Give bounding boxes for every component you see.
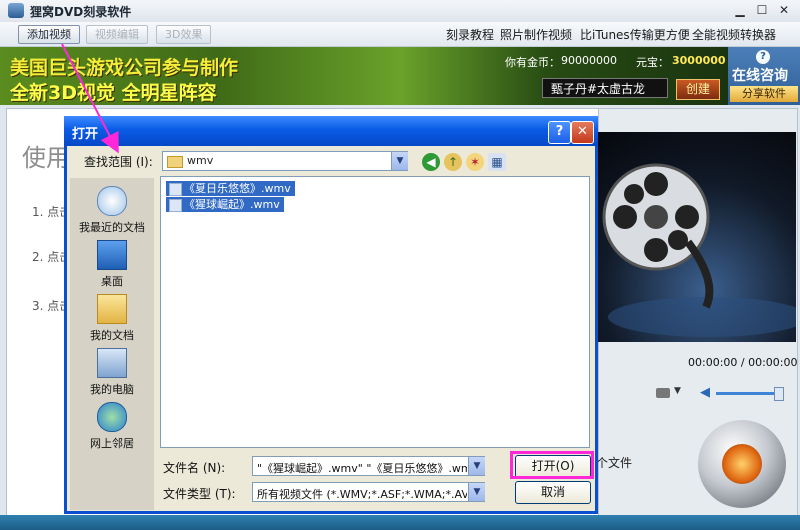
- file-name: 《夏日乐悠悠》.wmv: [184, 182, 291, 195]
- dialog-help-button[interactable]: ?: [548, 121, 571, 144]
- place-documents[interactable]: 我的文档: [70, 294, 154, 343]
- filename-label: 文件名 (N):: [163, 461, 226, 475]
- usage-heading: 使用: [22, 144, 70, 172]
- place-recent-label: 我最近的文档: [79, 221, 145, 234]
- file-list[interactable]: [160, 176, 590, 448]
- computer-icon: [97, 348, 127, 378]
- filetype-dropdown[interactable]: 所有视频文件 (*.WMV;*.ASF;*.WMA;*.AVI; ▼: [252, 482, 485, 502]
- file-item[interactable]: 《夏日乐悠悠》.wmv: [166, 181, 295, 196]
- file-name: 《猩球崛起》.wmv: [184, 198, 280, 211]
- dialog-title-bar: 打开: [64, 116, 598, 146]
- film-reel-icon: [602, 163, 800, 337]
- place-desktop[interactable]: 桌面: [70, 240, 154, 289]
- folder-icon: [97, 294, 127, 324]
- control-bar: ▼ ◀: [598, 382, 796, 406]
- desktop-icon: [97, 240, 127, 270]
- filename-value: "《猩球崛起》.wmv" "《夏日乐悠悠》.wmv": [257, 462, 467, 475]
- place-recent[interactable]: 我最近的文档: [70, 186, 154, 235]
- link-itunes[interactable]: 比iTunes传输更方便: [580, 26, 690, 43]
- create-button[interactable]: 创建: [676, 79, 720, 100]
- clock-icon: [97, 186, 127, 216]
- cancel-button[interactable]: 取消: [515, 481, 591, 504]
- volume-slider[interactable]: [716, 392, 782, 395]
- filename-field[interactable]: "《猩球崛起》.wmv" "《夏日乐悠悠》.wmv" ▼: [252, 456, 485, 476]
- network-icon: [97, 402, 127, 432]
- app-icon: [8, 3, 24, 18]
- money-value: 90000000: [561, 54, 617, 67]
- filetype-value: 所有视频文件 (*.WMV;*.ASF;*.WMA;*.AVI;: [257, 488, 467, 501]
- close-button[interactable]: ✕: [776, 3, 792, 19]
- yb-label: 元宝：: [636, 56, 669, 69]
- back-icon[interactable]: ◀: [422, 153, 440, 171]
- volume-icon[interactable]: ◀: [700, 385, 710, 400]
- open-button-highlight: [510, 451, 594, 479]
- minimize-button[interactable]: ▁: [732, 3, 748, 19]
- new-folder-icon[interactable]: ✶: [466, 153, 484, 171]
- place-network-label: 网上邻居: [90, 437, 134, 450]
- banner-line1: 美国巨头游戏公司参与制作: [10, 57, 239, 79]
- flame-icon: [722, 444, 762, 484]
- dialog-close-button[interactable]: ✕: [571, 121, 594, 144]
- place-desktop-label: 桌面: [101, 275, 123, 288]
- edit-video-button[interactable]: 视频编辑: [86, 25, 148, 44]
- volume-handle[interactable]: [774, 387, 784, 401]
- money-label: 你有金币：: [505, 56, 560, 69]
- consult-panel[interactable]: ? 在线咨询 分享软件: [728, 47, 800, 105]
- link-photo-video[interactable]: 照片制作视频: [500, 26, 572, 43]
- place-network[interactable]: 网上邻居: [70, 402, 154, 451]
- chevron-down-icon[interactable]: ▼: [468, 483, 485, 501]
- lookin-value: wmv: [187, 154, 214, 167]
- video-file-icon: [169, 183, 182, 196]
- place-computer[interactable]: 我的电脑: [70, 348, 154, 397]
- server-name: 甄子丹#太虚古龙: [542, 78, 668, 98]
- dialog-title: 打开: [72, 127, 99, 142]
- chevron-down-icon[interactable]: ▼: [674, 386, 681, 396]
- chevron-down-icon[interactable]: ▼: [468, 457, 485, 475]
- camera-icon[interactable]: [656, 388, 670, 398]
- effect-3d-button[interactable]: 3D效果: [156, 25, 212, 44]
- consult-label[interactable]: 在线咨询: [732, 65, 788, 85]
- time-display: 00:00:00 / 00:00:00: [688, 356, 798, 369]
- banner-ad[interactable]: 美国巨头游戏公司参与制作 全新3D视觉 全明星阵容 你有金币： 90000000…: [0, 47, 728, 105]
- view-menu-icon[interactable]: ▦: [488, 153, 506, 171]
- status-strip: [0, 515, 800, 530]
- video-preview: [598, 132, 800, 342]
- file-item[interactable]: 《猩球崛起》.wmv: [166, 197, 284, 212]
- chevron-down-icon[interactable]: ▼: [391, 152, 408, 170]
- filetype-label: 文件类型 (T):: [163, 487, 236, 501]
- place-documents-label: 我的文档: [90, 329, 134, 342]
- title-bar: 狸窝DVD刻录软件 ▁ ☐ ✕: [0, 0, 800, 23]
- place-computer-label: 我的电脑: [90, 383, 134, 396]
- file-count-label: 个文件: [596, 456, 633, 470]
- link-burn-tutorial[interactable]: 刻录教程: [446, 26, 494, 43]
- burn-button[interactable]: [698, 420, 786, 508]
- folder-icon: [167, 156, 183, 168]
- yb-value: 3000000: [672, 54, 726, 67]
- share-button[interactable]: 分享软件: [730, 86, 798, 102]
- banner-line2: 全新3D视觉 全明星阵容: [10, 82, 217, 104]
- up-folder-icon[interactable]: ↑: [444, 153, 462, 171]
- help-icon: ?: [756, 50, 770, 64]
- toolbar: 添加视频 视频编辑 3D效果 刻录教程 照片制作视频 比iTunes传输更方便 …: [0, 22, 800, 47]
- window-title: 狸窝DVD刻录软件: [30, 5, 132, 19]
- add-video-button[interactable]: 添加视频: [18, 25, 80, 44]
- link-video-converter[interactable]: 全能视频转换器: [692, 26, 776, 43]
- lookin-label: 查找范围 (I):: [84, 155, 153, 169]
- maximize-button[interactable]: ☐: [754, 3, 770, 19]
- video-file-icon: [169, 199, 182, 212]
- lookin-dropdown[interactable]: wmv ▼: [162, 151, 408, 171]
- places-bar: 我最近的文档 桌面 我的文档 我的电脑 网上邻居: [70, 178, 154, 510]
